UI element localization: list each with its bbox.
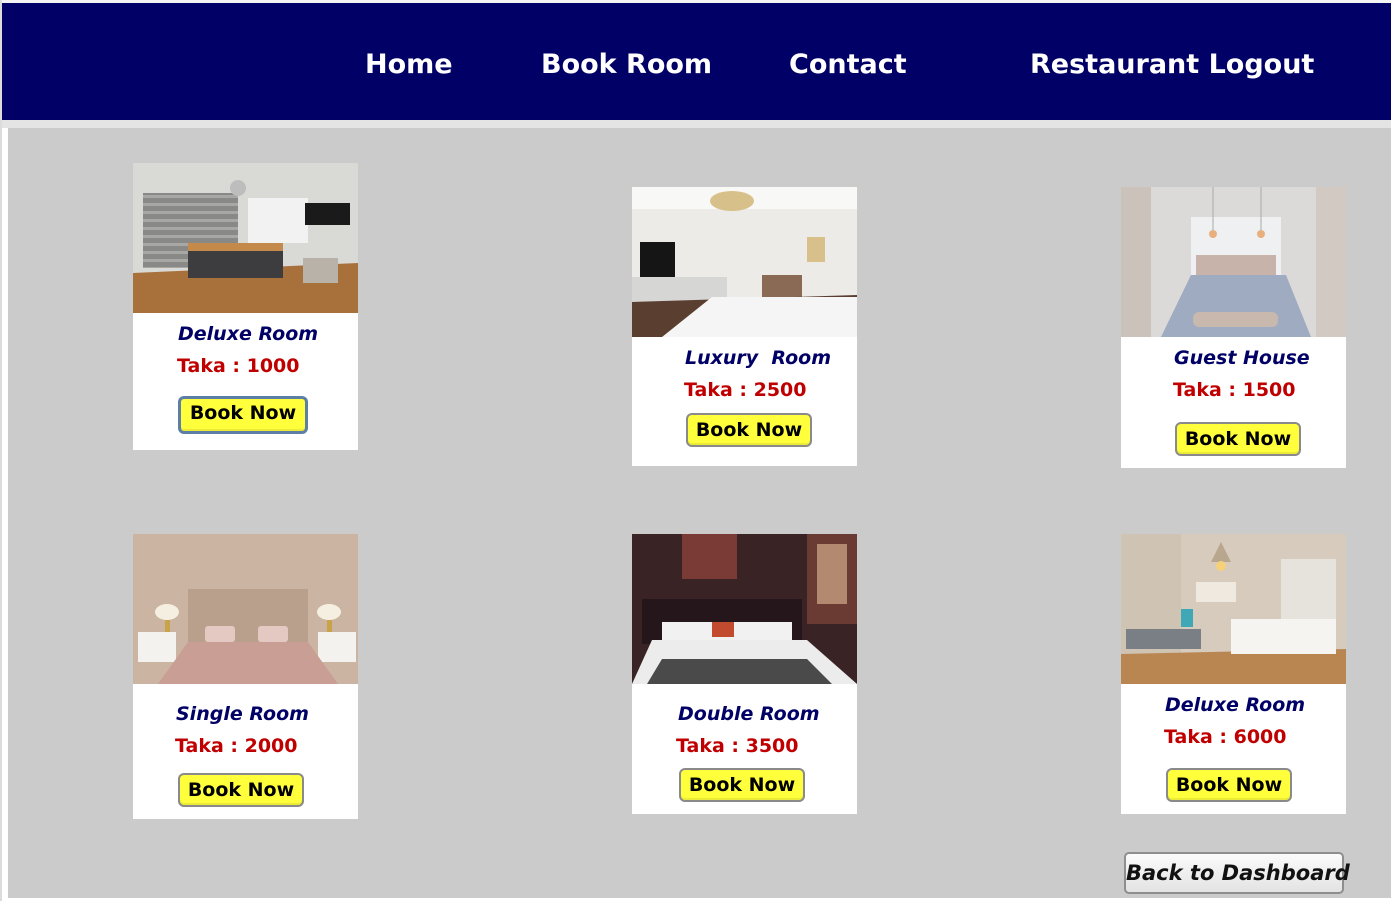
room-price: Taka : 6000 — [1164, 726, 1287, 748]
room-photo-double — [632, 534, 857, 684]
room-price: Taka : 2000 — [175, 735, 298, 757]
room-photo-deluxe-2 — [1121, 534, 1346, 684]
book-now-button[interactable]: Book Now — [686, 413, 812, 447]
nav-book-room-link[interactable]: Book Room — [541, 49, 712, 80]
room-photo-luxury — [632, 187, 857, 337]
navbar-divider — [2, 120, 1391, 128]
back-to-dashboard-button[interactable]: Back to Dashboard — [1124, 852, 1350, 894]
room-card-guest-house: Guest House Taka : 1500 Book Now — [1121, 187, 1346, 468]
room-card-deluxe-2: Deluxe Room Taka : 6000 Book Now — [1121, 534, 1346, 814]
room-photo-deluxe — [133, 163, 358, 313]
room-price: Taka : 1500 — [1173, 379, 1296, 401]
room-card-double: Double Room Taka : 3500 Book Now — [632, 534, 857, 814]
room-price: Taka : 1000 — [177, 355, 300, 377]
room-price: Taka : 2500 — [684, 379, 807, 401]
book-now-button[interactable]: Book Now — [178, 773, 304, 807]
book-now-button[interactable]: Book Now — [1166, 768, 1292, 802]
room-name: Guest House — [1174, 347, 1310, 369]
nav-contact-link[interactable]: Contact — [789, 49, 907, 80]
room-name: Deluxe Room — [178, 323, 319, 345]
room-name: Single Room — [176, 703, 309, 725]
book-now-button[interactable]: Book Now — [679, 768, 805, 802]
window-left-edge — [0, 0, 2, 901]
room-card-luxury: Luxury Room Taka : 2500 Book Now — [632, 187, 857, 466]
nav-home-link[interactable]: Home — [365, 49, 453, 80]
room-photo-single — [133, 534, 358, 684]
room-photo-guest-house — [1121, 187, 1346, 337]
room-name: Luxury Room — [685, 347, 831, 369]
book-now-button[interactable]: Book Now — [1175, 422, 1301, 456]
room-name: Deluxe Room — [1165, 694, 1306, 716]
room-name: Double Room — [678, 703, 820, 725]
room-card-single: Single Room Taka : 2000 Book Now — [133, 534, 358, 819]
nav-restaurant-logout-link[interactable]: Restaurant Logout — [1030, 49, 1314, 80]
top-navbar: Home Book Room Contact Restaurant Logout — [2, 3, 1391, 120]
room-card-deluxe: Deluxe Room Taka : 1000 Book Now — [133, 163, 358, 450]
room-price: Taka : 3500 — [676, 735, 799, 757]
book-now-button[interactable]: Book Now — [178, 396, 308, 434]
